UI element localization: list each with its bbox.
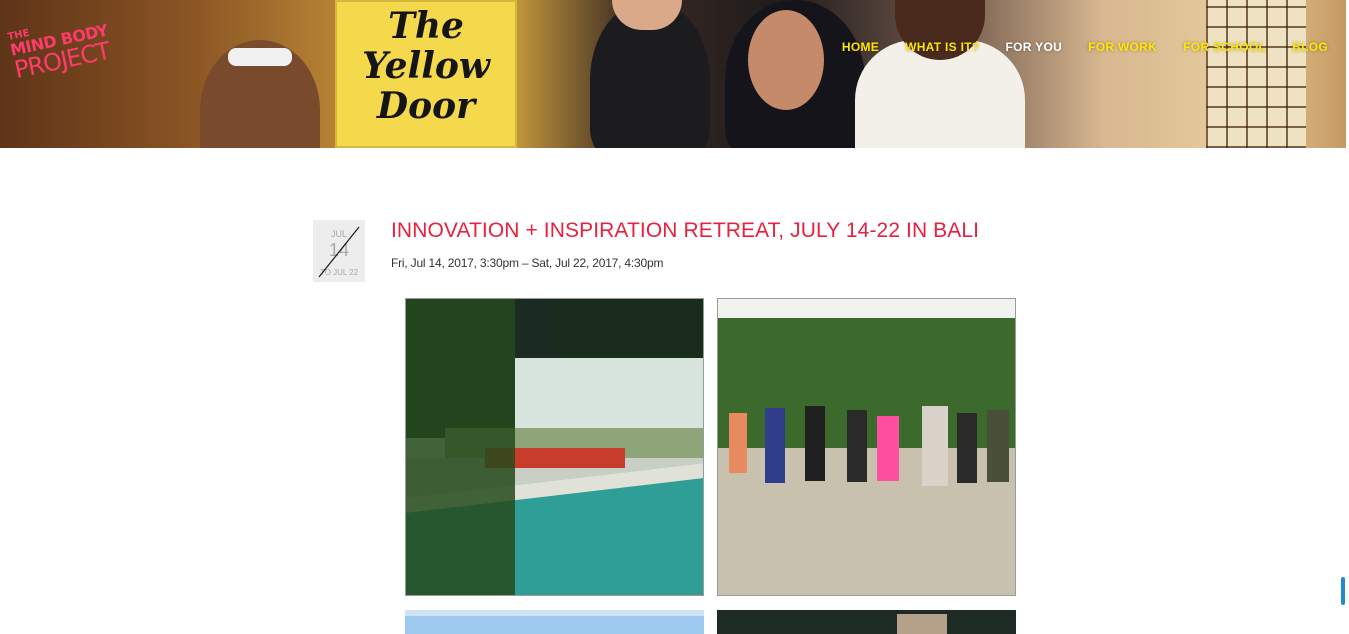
nav-for-you[interactable]: FOR YOU <box>1006 40 1063 54</box>
badge-slash-icon <box>318 226 360 278</box>
nav-for-work[interactable]: FOR WORK <box>1088 40 1157 54</box>
main-nav: HOME WHAT IS IT? FOR YOU FOR WORK FOR SC… <box>842 40 1328 54</box>
photo-frame <box>717 298 1016 596</box>
nav-for-school[interactable]: FOR SCHOOL <box>1183 40 1266 54</box>
nav-blog[interactable]: BLOG <box>1292 40 1328 54</box>
event-photo-3[interactable] <box>405 610 704 634</box>
yellow-door-sign: The Yellow Door <box>335 0 517 148</box>
photo-4-image <box>717 610 1016 634</box>
mind-body-project-logo[interactable]: THE MIND BODY PROJECT <box>7 4 157 96</box>
event-date-badge: JUL 14 TO JUL 22 <box>313 220 365 282</box>
photo-frame <box>405 298 704 596</box>
hero-banner: The Yellow Door THE MIND BODY PROJECT HO… <box>0 0 1346 148</box>
hero-face <box>748 10 824 110</box>
nav-home[interactable]: HOME <box>842 40 879 54</box>
event-title[interactable]: INNOVATION + INSPIRATION RETREAT, JULY 1… <box>391 219 979 243</box>
scroll-indicator[interactable] <box>1341 577 1345 605</box>
photo-3-image <box>405 610 704 634</box>
sign-text: The Yellow Door <box>362 5 490 127</box>
hero-glasses <box>228 48 292 66</box>
event-photo-pool[interactable] <box>405 298 704 596</box>
event-photo-4[interactable] <box>717 610 1016 634</box>
event-dates: Fri, Jul 14, 2017, 3:30pm – Sat, Jul 22,… <box>391 256 664 270</box>
hero-window <box>1206 0 1306 148</box>
event-photo-group[interactable] <box>717 298 1016 596</box>
nav-what-is-it[interactable]: WHAT IS IT? <box>905 40 979 54</box>
